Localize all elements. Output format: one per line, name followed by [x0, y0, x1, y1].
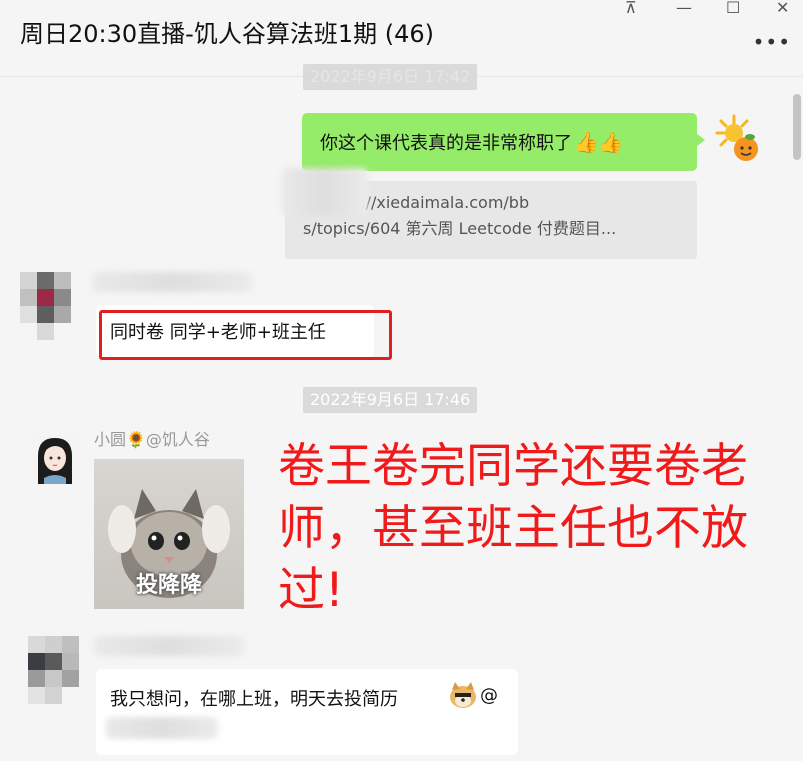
doge-emoji-icon — [448, 680, 478, 710]
message-text: 我只想问，在哪上班，明天去投简历 — [110, 689, 398, 710]
meme-caption: 投降降 — [135, 573, 202, 598]
message-bubble[interactable]: 我只想问，在哪上班，明天去投简历 @ — [96, 669, 518, 755]
chat-title: 周日20:30直播-饥人谷算法班1期 (46) — [20, 20, 434, 48]
girl-avatar-icon — [38, 438, 72, 484]
timestamp: 2022年9月6日 17:42 — [303, 64, 478, 90]
minimize-icon[interactable]: — — [676, 0, 692, 17]
self-avatar[interactable] — [712, 113, 764, 165]
redacted-region — [282, 168, 368, 216]
sender-name: 小圆🌻@饥人谷 — [94, 430, 210, 449]
redacted-name — [92, 272, 252, 292]
orange-sun-icon — [715, 114, 758, 161]
redacted-name — [94, 636, 244, 656]
pin-icon[interactable]: ⊼ — [625, 0, 637, 17]
sent-message-text: 你这个课代表真的是非常称职了 — [320, 133, 572, 154]
thumbs-up-icon: 👍👍 — [574, 130, 624, 154]
scrollbar[interactable] — [793, 94, 801, 160]
highlight-box — [99, 310, 392, 360]
meme-image[interactable]: 投降降 — [94, 459, 244, 609]
sent-message-bubble[interactable]: 你这个课代表真的是非常称职了 👍👍 — [302, 113, 705, 171]
quote-line-2: s/topics/604 第六周 Leetcode 付费题目... — [303, 219, 617, 238]
more-options-icon[interactable]: ••• — [753, 30, 791, 54]
avatar[interactable] — [30, 434, 80, 484]
maximize-icon[interactable]: ☐ — [726, 0, 740, 17]
blurred-avatar[interactable] — [20, 272, 72, 342]
close-icon[interactable]: ✕ — [776, 0, 789, 17]
blurred-avatar[interactable] — [28, 636, 80, 706]
annotation-text: 卷王卷完同学还要卷老师，甚至班主任也不放过! — [278, 439, 748, 618]
redacted-mention — [106, 717, 218, 739]
timestamp: 2022年9月6日 17:46 — [303, 387, 478, 413]
mention-symbol: @ — [480, 685, 498, 706]
